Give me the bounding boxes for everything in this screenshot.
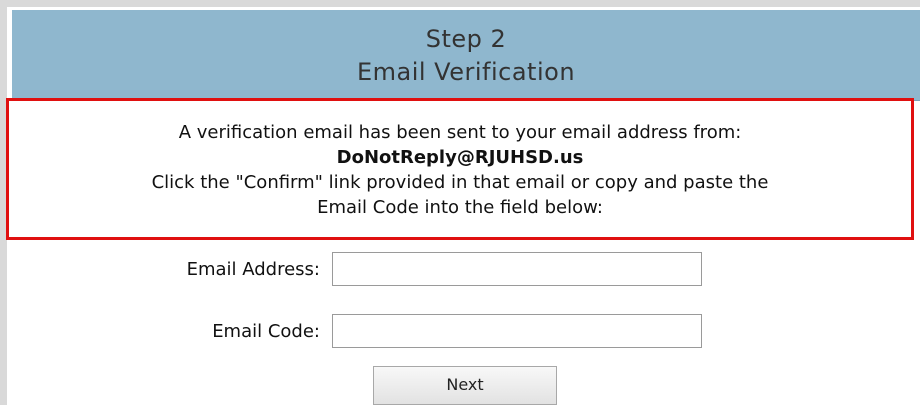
notice-line-code: Email Code into the field below: [317, 197, 603, 218]
email-code-label: Email Code: [212, 321, 320, 342]
step-subtitle: Email Verification [356, 58, 576, 86]
step-header: Step 2 Email Verification [12, 10, 920, 101]
notice-line-instructions: Click the "Confirm" link provided in tha… [151, 172, 769, 193]
notice-line-sent: A verification email has been sent to yo… [178, 122, 742, 143]
email-address-label: Email Address: [186, 259, 320, 280]
verification-notice: A verification email has been sent to yo… [6, 98, 914, 240]
email-code-input[interactable] [332, 314, 702, 348]
page-top-border [0, 0, 920, 7]
email-address-input[interactable] [332, 252, 702, 286]
next-button[interactable]: Next [373, 366, 557, 405]
step-title: Step 2 [425, 25, 507, 53]
notice-sender-address: DoNotReply@RJUHSD.us [336, 147, 584, 168]
